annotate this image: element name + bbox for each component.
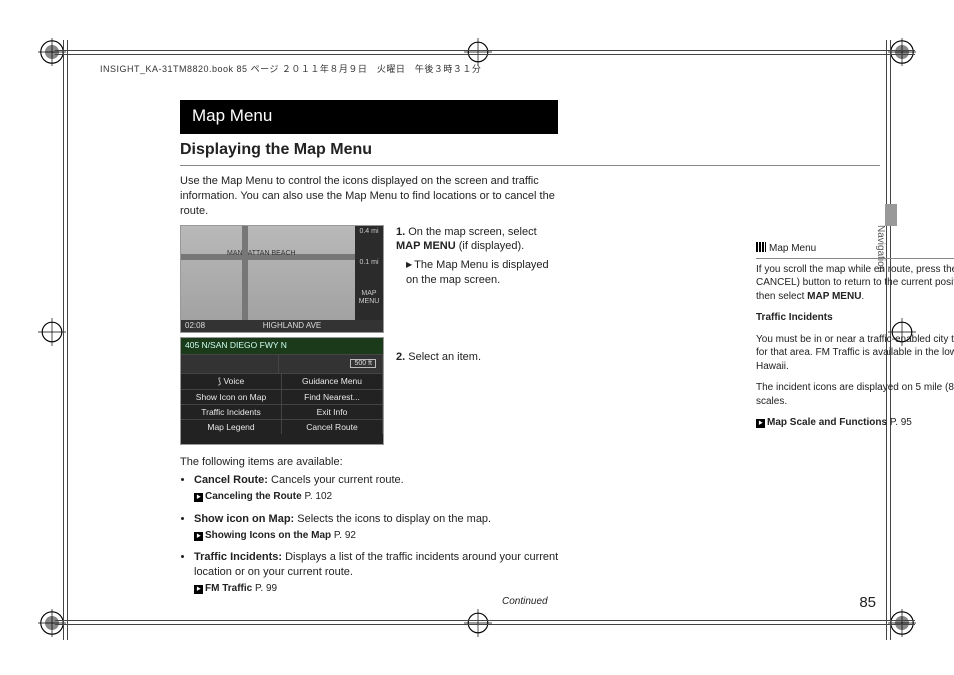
map-side-panel: 0.4 mi 0.1 mi MAP MENU xyxy=(355,226,383,320)
item-show-icon: Show icon on Map: Selects the icons to d… xyxy=(194,512,560,542)
step-2: 2. Select an item. xyxy=(396,350,558,365)
figures: MANHATTAN BEACH 0.4 mi 0.1 mi MAP MENU 0… xyxy=(180,225,384,445)
running-header: INSIGHT_KA-31TM8820.book 85 ページ ２０１１年８月９… xyxy=(100,62,481,75)
page-number: 85 xyxy=(859,594,876,611)
menu-showicon: Show Icon on Map xyxy=(181,390,282,404)
xref-map-scale: ⯈Map Scale and Functions P. 95 xyxy=(756,416,954,430)
registration-mark-icon xyxy=(38,609,66,637)
xref-cancel-route: ⯈Canceling the Route P. 102 xyxy=(194,490,560,504)
item-cancel-route: Cancel Route: Cancels your current route… xyxy=(194,473,560,503)
map-clock: 02:08 xyxy=(185,321,205,330)
manual-page: INSIGHT_KA-31TM8820.book 85 ページ ２０１１年８月９… xyxy=(0,0,954,675)
item-traffic-incidents: Traffic Incidents: Displays a list of th… xyxy=(194,550,560,595)
figure-map-menu: 405 N/SAN DIEGO FWY N 500 ft ⟆ VoiceGuid… xyxy=(180,337,384,445)
map-dist-a: 0.4 mi xyxy=(355,226,383,257)
crop-line xyxy=(63,40,64,640)
menu-scale: 500 ft xyxy=(350,359,376,368)
crop-line xyxy=(55,54,915,55)
items-available-label: The following items are available: xyxy=(180,455,560,470)
xref-show-icon: ⯈Showing Icons on the Map P. 92 xyxy=(194,529,560,543)
figure-map-screen: MANHATTAN BEACH 0.4 mi 0.1 mi MAP MENU 0… xyxy=(180,225,384,333)
subsection-heading: Displaying the Map Menu xyxy=(180,134,880,166)
crop-line xyxy=(55,50,915,51)
registration-mark-icon xyxy=(38,318,66,346)
continued-label: Continued xyxy=(502,596,548,607)
step-1-result: The Map Menu is displayed on the map scr… xyxy=(406,258,558,288)
margin-note-scale: The incident icons are displayed on 5 mi… xyxy=(756,381,954,408)
xref-fm-traffic: ⯈FM Traffic P. 99 xyxy=(194,582,560,596)
menu-legend: Map Legend xyxy=(181,420,282,434)
step-1: 1. On the map screen, select MAP MENU (i… xyxy=(396,225,558,288)
registration-mark-icon xyxy=(464,609,492,637)
section-title: Map Menu xyxy=(180,100,558,134)
intro-paragraph: Use the Map Menu to control the icons di… xyxy=(180,174,560,219)
registration-mark-icon xyxy=(888,38,916,66)
crop-line xyxy=(67,40,68,640)
map-label: MANHATTAN BEACH xyxy=(227,250,296,257)
menu-exitinfo: Exit Info xyxy=(282,405,383,419)
crop-line xyxy=(55,620,915,621)
menu-exit-label: 405 N/SAN DIEGO FWY N xyxy=(185,340,287,350)
registration-mark-icon xyxy=(38,38,66,66)
menu-voice: ⟆ Voice xyxy=(181,374,282,389)
margin-note-subhead: Traffic Incidents xyxy=(756,311,954,325)
margin-note-heading: Map Menu xyxy=(756,241,954,259)
map-menu-button: MAP MENU xyxy=(355,288,383,319)
menu-findnearest: Find Nearest... xyxy=(282,390,383,404)
note-marker-icon xyxy=(756,242,766,252)
menu-guidance: Guidance Menu xyxy=(282,374,383,389)
map-dist-b: 0.1 mi xyxy=(355,257,383,288)
margin-note-traffic-cities: You must be in or near a traffic-enabled… xyxy=(756,333,954,374)
registration-mark-icon xyxy=(888,609,916,637)
margin-note-scroll: If you scroll the map while en route, pr… xyxy=(756,263,954,304)
map-street: HIGHLAND AVE xyxy=(263,321,322,330)
content-area: Map Menu Displaying the Map Menu Use the… xyxy=(180,100,880,603)
margin-note-column: Map Menu If you scroll the map while en … xyxy=(756,241,954,430)
menu-traffic: Traffic Incidents xyxy=(181,405,282,419)
step-list: 1. On the map screen, select MAP MENU (i… xyxy=(396,225,558,365)
items-available: The following items are available: Cance… xyxy=(180,455,560,596)
section-thumb-tab xyxy=(885,204,897,226)
crop-line xyxy=(55,624,915,625)
menu-cancelroute: Cancel Route xyxy=(282,420,383,434)
